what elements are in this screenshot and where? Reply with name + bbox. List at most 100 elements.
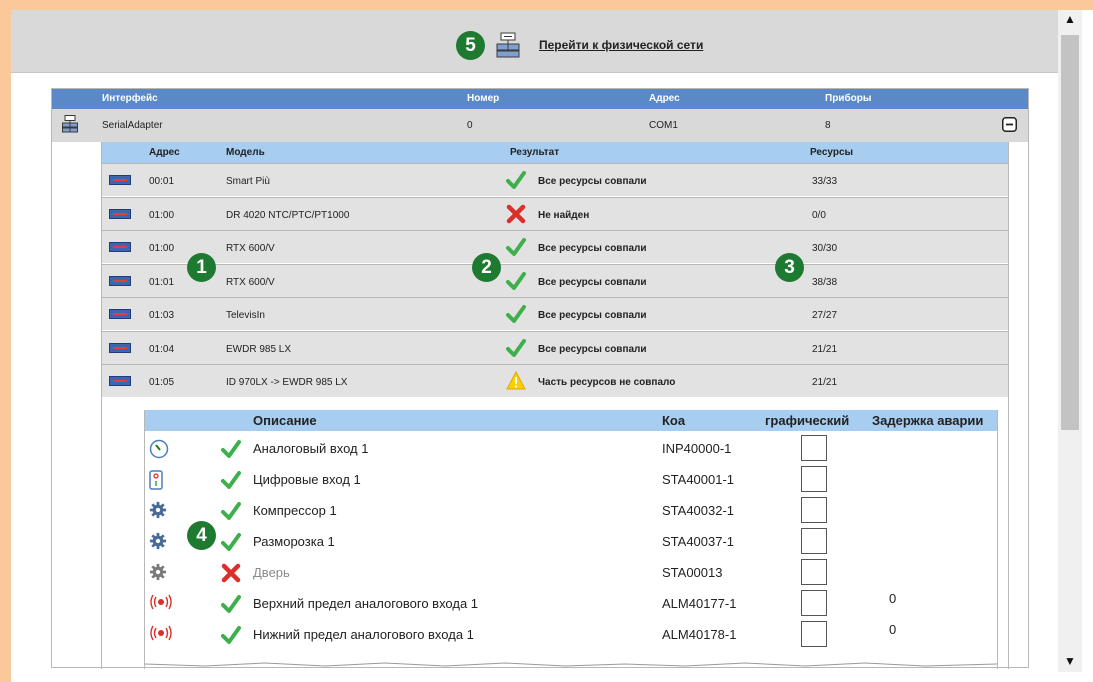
scroll-up-arrow-icon[interactable]: ▲	[1064, 12, 1076, 26]
col-device-resources: Ресурсы	[810, 147, 854, 158]
resource-row: Разморозка 1 STA40037-1	[145, 526, 997, 557]
device-model: TelevisIn	[226, 310, 265, 321]
col-code: Коа	[662, 413, 686, 428]
resources-table-header: Описание Коа графический Задержка аварии	[145, 410, 997, 431]
cross-icon	[221, 563, 241, 583]
interface-devices-count: 8	[825, 120, 831, 131]
network-icon[interactable]	[496, 32, 520, 58]
scroll-thumb[interactable]	[1061, 35, 1079, 430]
device-row[interactable]: 01:04 EWDR 985 LX Все ресурсы совпали 21/21	[102, 330, 1008, 364]
resource-description: Нижний предел аналогового входа 1	[253, 627, 474, 642]
devices-panel: Адрес Модель Результат Ресурсы 00:01 Smar…	[101, 142, 1009, 669]
graphic-checkbox[interactable]	[801, 528, 827, 554]
goto-physical-network-link[interactable]: Перейти к физической сети	[539, 38, 703, 52]
alarm-icon	[149, 594, 173, 610]
callout-badge-3: 3	[775, 253, 804, 282]
col-device-result: Результат	[510, 147, 560, 158]
resource-code: ALM40177-1	[662, 596, 737, 611]
interface-address: COM1	[649, 120, 678, 131]
graphic-checkbox[interactable]	[801, 497, 827, 523]
alarm-icon	[149, 625, 173, 641]
device-model: EWDR 985 LX	[226, 343, 292, 355]
digital-input-icon	[149, 470, 163, 490]
resource-description: Разморозка 1	[253, 534, 335, 549]
gear-gray-icon	[149, 563, 167, 581]
resource-description: Дверь	[253, 565, 290, 580]
resource-description: Верхний предел аналогового входа 1	[253, 596, 479, 611]
device-icon	[109, 242, 131, 252]
callout-badge-2: 2	[472, 253, 501, 282]
collapse-icon[interactable]	[1002, 117, 1017, 132]
callout-badge-1: 1	[187, 253, 216, 282]
resource-row: Компрессор 1 STA40032-1	[145, 495, 997, 526]
check-icon	[506, 170, 526, 190]
resource-row: Дверь STA00013	[145, 557, 997, 588]
resource-code: INP40000-1	[662, 441, 732, 456]
scroll-down-arrow-icon[interactable]: ▼	[1064, 654, 1076, 668]
resource-description: Цифровые вход 1	[253, 472, 361, 487]
resource-code: STA40032-1	[662, 503, 735, 518]
device-address: 01:05	[149, 377, 175, 388]
col-device-address: Адрес	[149, 147, 180, 158]
device-row[interactable]: 01:00 RTX 600/V Все ресурсы совпали 30/30	[102, 230, 1008, 263]
gear-blue-icon	[149, 501, 167, 519]
device-result: Все ресурсы совпали	[538, 243, 647, 254]
device-row[interactable]: 01:00 DR 4020 NTC/PTC/PT1000 Не найден 0/0	[102, 196, 1008, 230]
device-resources: 21/21	[812, 377, 838, 388]
device-resources: 38/38	[812, 276, 838, 288]
device-row[interactable]: 01:05 ID 970LX -> EWDR 985 LX Часть ресурс…	[102, 364, 1008, 397]
device-row[interactable]: 01:01 RTX 600/V Все ресурсы совпали 38/38	[102, 263, 1008, 297]
warning-icon	[506, 371, 526, 391]
device-resources: 21/21	[812, 343, 838, 355]
resource-code: STA00013	[662, 565, 723, 580]
device-result: Все ресурсы совпали	[538, 310, 647, 321]
graphic-checkbox[interactable]	[801, 435, 827, 461]
resource-description: Аналоговый вход 1	[253, 441, 369, 456]
col-description: Описание	[253, 413, 317, 428]
resource-row: Аналоговый вход 1 INP40000-1	[145, 433, 997, 464]
check-icon	[221, 439, 241, 459]
device-row[interactable]: 01:03 TelevisIn Все ресурсы совпали 27/27	[102, 297, 1008, 330]
callout-badge-5: 5	[456, 31, 485, 60]
resource-description: Компрессор 1	[253, 503, 337, 518]
device-icon	[109, 275, 131, 286]
resource-code: ALM40178-1	[662, 627, 737, 642]
graphic-checkbox[interactable]	[801, 621, 827, 647]
col-address: Адрес	[649, 93, 680, 104]
vertical-scrollbar[interactable]: ▲ ▼	[1058, 10, 1082, 672]
resource-code: STA40001-1	[662, 472, 735, 487]
alarm-delay-value[interactable]: 0	[889, 591, 896, 606]
graphic-checkbox[interactable]	[801, 559, 827, 585]
device-model: RTX 600/V	[226, 276, 275, 288]
check-icon	[506, 237, 526, 257]
check-icon	[506, 304, 526, 324]
analog-input-icon	[149, 439, 169, 459]
device-result: Не найден	[538, 209, 590, 221]
devices-table-header: Адрес Модель Результат Ресурсы	[102, 142, 1008, 163]
col-graphic: графический	[765, 413, 850, 428]
check-icon	[221, 532, 241, 552]
gear-blue-icon	[149, 532, 167, 550]
device-model: RTX 600/V	[226, 243, 275, 254]
device-row[interactable]: 00:01 Smart Più Все ресурсы совпали 33/33	[102, 163, 1008, 196]
interface-panel: Интерфейс Номер Адрес Приборы SerialAdap…	[51, 88, 1029, 669]
graphic-checkbox[interactable]	[801, 466, 827, 492]
resource-row: Верхний предел аналогового входа 1 ALM401…	[145, 588, 997, 619]
device-address: 01:03	[149, 310, 175, 321]
col-device-model: Модель	[226, 147, 265, 158]
device-icon	[109, 309, 131, 319]
device-resources: 27/27	[812, 310, 838, 321]
serial-adapter-icon	[62, 115, 78, 133]
device-icon	[109, 342, 131, 353]
interface-row[interactable]: SerialAdapter 0 COM1 8	[52, 109, 1028, 142]
col-devices: Приборы	[825, 93, 872, 104]
device-address: 01:00	[149, 243, 175, 254]
alarm-delay-value[interactable]: 0	[889, 622, 896, 637]
device-resources: 30/30	[812, 243, 838, 254]
device-result: Все ресурсы совпали	[538, 176, 647, 187]
col-interface: Интерфейс	[102, 93, 158, 104]
device-resources: 0/0	[812, 209, 826, 221]
graphic-checkbox[interactable]	[801, 590, 827, 616]
col-number: Номер	[467, 93, 500, 104]
check-icon	[221, 625, 241, 645]
